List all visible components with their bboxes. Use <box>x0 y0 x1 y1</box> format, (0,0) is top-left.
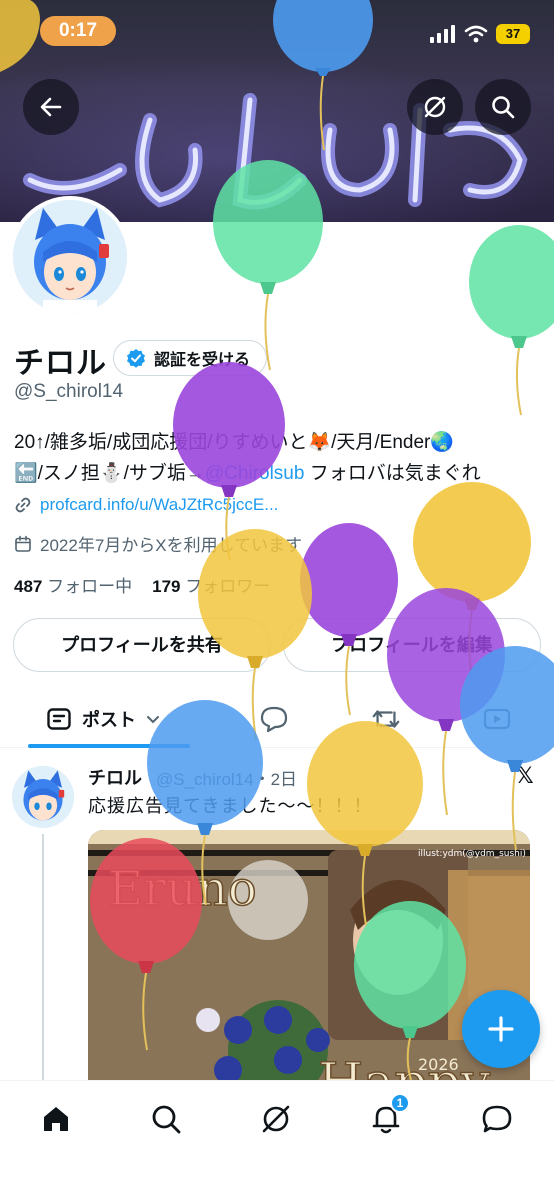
follow-stats: 487 フォロー中 179 フォロワー <box>14 572 270 597</box>
nav-grok[interactable] <box>256 1099 296 1139</box>
posts-tab-icon <box>47 708 71 730</box>
following-link[interactable]: 487 フォロー中 <box>14 572 132 597</box>
search-icon <box>492 96 515 119</box>
wifi-icon <box>464 25 488 43</box>
nav-search[interactable] <box>146 1099 186 1139</box>
tab-posts-label: ポスト <box>82 710 136 730</box>
tab-active-indicator <box>28 744 190 748</box>
edit-profile-button[interactable]: プロフィールを編集 <box>283 618 541 672</box>
post-avatar-illustration <box>12 766 74 828</box>
followers-label: フォロワー <box>185 577 271 596</box>
website-url[interactable]: profcard.info/u/WaJZtRc5jccE... <box>40 495 278 515</box>
bio-line-1: 20↑/雑多垢/成団応援団/りすめいと🦊/天月/Ender🌏 <box>14 432 455 453</box>
get-verified-button[interactable]: 認証を受ける <box>113 340 268 376</box>
compose-button[interactable] <box>462 990 540 1068</box>
nav-grok-icon <box>262 1105 290 1133</box>
status-icons: 37 <box>430 22 530 46</box>
nav-messages[interactable] <box>477 1099 517 1139</box>
share-profile-button[interactable]: プロフィールを共有 <box>13 618 271 672</box>
image-year: 2026 <box>418 1055 459 1074</box>
nav-notifications[interactable]: 1 <box>366 1093 410 1139</box>
profile-name: チロル <box>14 347 107 380</box>
image-title-text: Eruno <box>108 861 257 917</box>
tab-media[interactable] <box>482 704 512 734</box>
profile-tabs: ポスト <box>0 690 554 748</box>
messages-icon <box>482 1105 512 1133</box>
followers-link[interactable]: 179 フォロワー <box>152 572 270 597</box>
back-arrow-icon <box>40 97 62 117</box>
bio-line-2-end: フォロバは気まぐれ <box>304 463 481 484</box>
bio-line-2-start: 🔚/スノ担⛄/サブ垢→ <box>14 463 205 484</box>
avatar-character-illustration <box>13 200 127 314</box>
bottom-navigation: 1 <box>0 1080 554 1199</box>
nav-home[interactable] <box>36 1099 76 1139</box>
calendar-icon <box>15 535 31 552</box>
media-icon <box>483 708 511 730</box>
joined-text: 2022年7月からXを利用しています <box>40 536 303 555</box>
get-verified-label: 認証を受ける <box>154 352 251 369</box>
tab-replies[interactable] <box>259 704 289 734</box>
followers-count: 179 <box>152 577 181 596</box>
home-icon <box>44 1107 68 1131</box>
profile-joined-date: 2022年7月からXを利用しています <box>14 531 302 556</box>
replies-icon <box>260 706 288 733</box>
banner-neon-lettering <box>23 93 528 210</box>
grok-icon <box>424 96 446 118</box>
post-author-avatar[interactable] <box>12 766 74 828</box>
balloon-icon <box>469 225 554 416</box>
signal-icon <box>430 25 455 43</box>
repost-icon <box>372 710 400 728</box>
thread-line <box>42 834 44 1084</box>
image-credit: illust:ydm(@ydm_sushi) <box>418 849 526 859</box>
tab-reposts[interactable] <box>371 704 401 734</box>
bio-mention-link[interactable]: @Chirolsub <box>205 463 305 484</box>
back-button[interactable] <box>23 79 79 135</box>
post-author-name[interactable]: チロル <box>88 764 142 790</box>
chevron-down-icon[interactable] <box>146 712 160 726</box>
status-time: 0:17 <box>40 16 116 46</box>
profile-website-link[interactable]: profcard.info/u/WaJZtRc5jccE... <box>14 495 278 515</box>
following-count: 487 <box>14 577 43 596</box>
post-text: 応援広告見てきました〜〜！！！ <box>88 796 373 816</box>
search-button[interactable] <box>475 79 531 135</box>
compose-plus-icon <box>488 1016 514 1042</box>
following-label: フォロー中 <box>47 577 133 596</box>
tab-posts[interactable]: ポスト <box>28 690 190 748</box>
verified-badge-icon <box>127 349 145 368</box>
battery-indicator: 37 <box>496 24 530 44</box>
profile-bio: 20↑/雑多垢/成団応援団/りすめいと🦊/天月/Ender🌏 🔚/スノ担⛄/サブ… <box>14 427 534 489</box>
post-author-meta: @S_chirol14・2日 <box>156 770 298 789</box>
x-logo-icon: 𝕏 <box>516 763 534 788</box>
profile-avatar[interactable] <box>9 196 131 318</box>
link-icon <box>15 497 31 513</box>
nav-search-icon <box>152 1105 181 1134</box>
profile-handle: @S_chirol14 <box>14 381 124 402</box>
bio-line-2: 🔚/スノ担⛄/サブ垢→@Chirolsub フォロバは気まぐれ <box>14 458 534 489</box>
status-bar: 0:17 37 <box>0 0 554 60</box>
notification-badge: 1 <box>390 1093 410 1113</box>
grok-button[interactable] <box>407 79 463 135</box>
avatar-image <box>13 200 127 314</box>
